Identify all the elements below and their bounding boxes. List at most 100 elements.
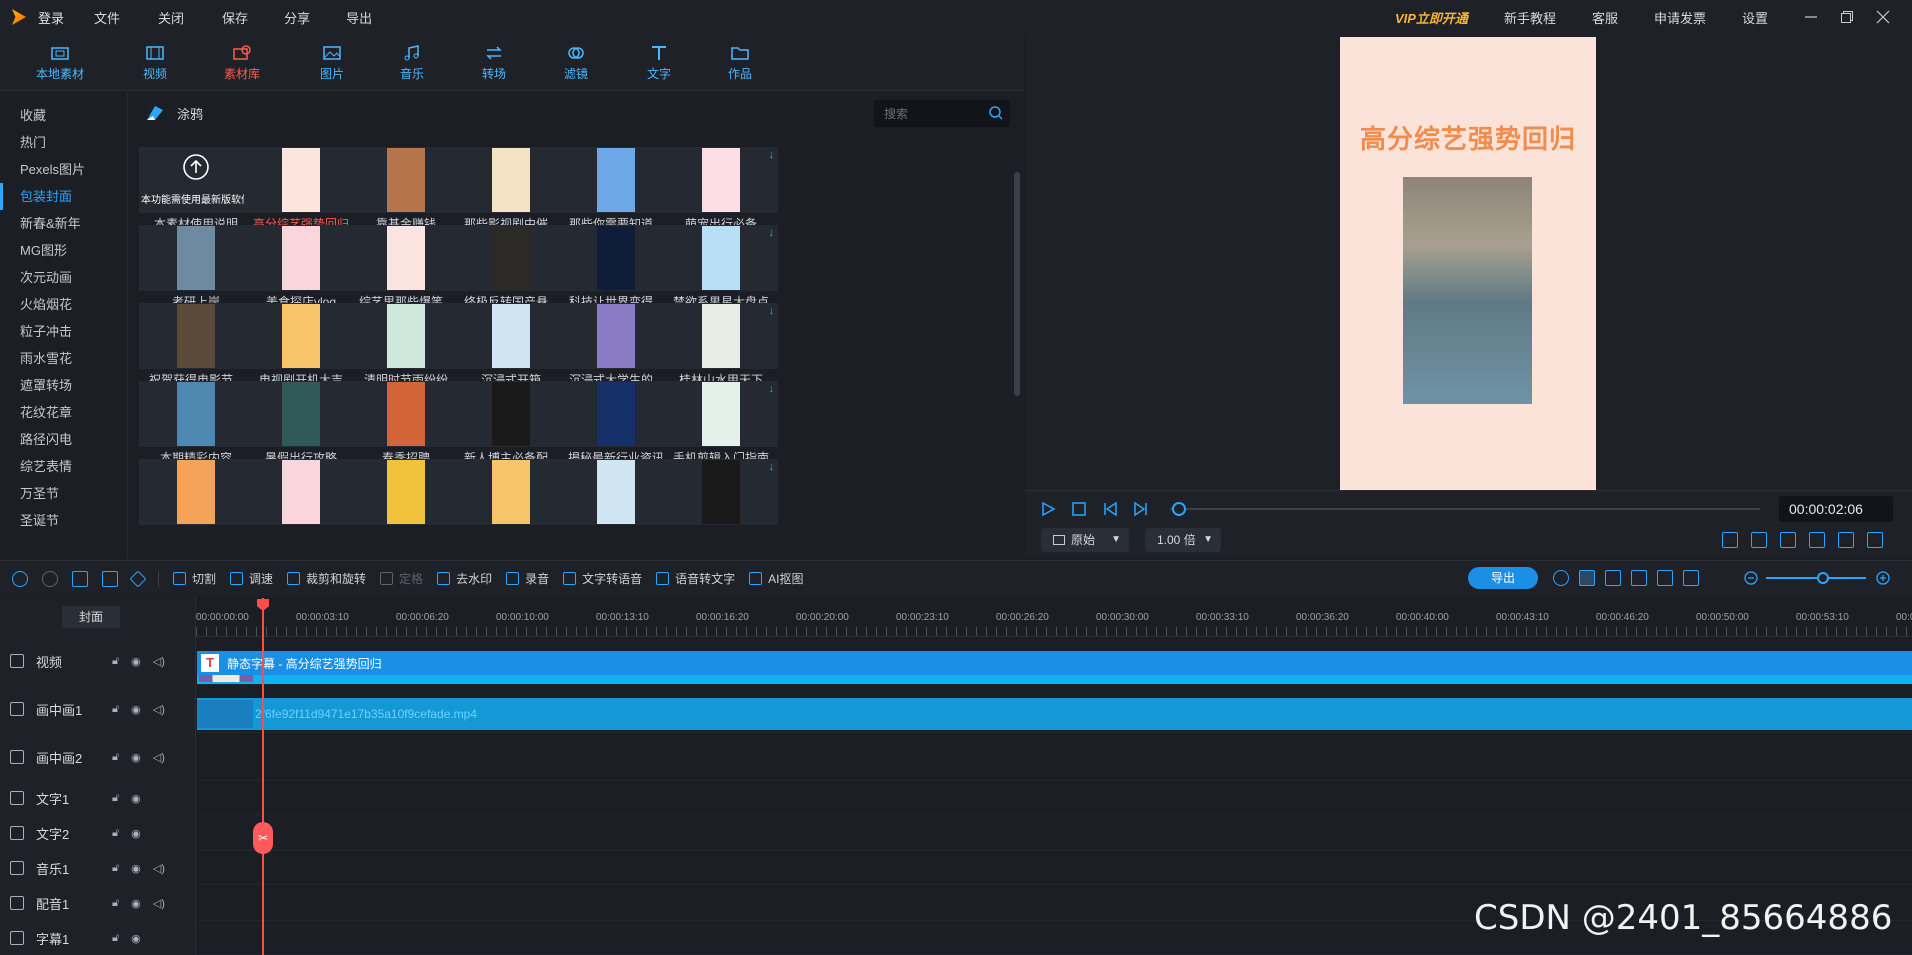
sidebar-item[interactable]: 路径闪电 bbox=[0, 426, 127, 453]
timeline-clip[interactable]: T 静态字幕 - 高分综艺强势回归 bbox=[197, 651, 1912, 675]
tab-filter[interactable]: 滤镜 bbox=[534, 34, 618, 91]
tool-button[interactable]: 切割 bbox=[173, 570, 216, 587]
download-icon[interactable]: ↓ bbox=[769, 149, 775, 161]
lock-icon[interactable]: 🔓︎ bbox=[112, 827, 119, 840]
zoom-out-icon[interactable] bbox=[1743, 570, 1759, 586]
minimize-icon[interactable] bbox=[1804, 10, 1818, 24]
playhead-line[interactable] bbox=[262, 598, 264, 955]
track-row[interactable]: 2f6fe92f11d9471e17b35a10f9cefade.mp4 bbox=[196, 685, 1912, 733]
sidebar-item[interactable]: 雨水雪花 bbox=[0, 345, 127, 372]
tutorial-link[interactable]: 新手教程 bbox=[1504, 8, 1556, 27]
layout-icon[interactable] bbox=[1722, 532, 1738, 548]
cover-button[interactable]: 封面 bbox=[62, 606, 120, 628]
keyframe-icon[interactable] bbox=[129, 570, 147, 587]
tool-button[interactable]: 去水印 bbox=[437, 570, 492, 587]
tab-material-library[interactable]: 素材库 bbox=[190, 34, 294, 91]
track-row[interactable] bbox=[196, 851, 1912, 885]
time-ruler[interactable]: 00:00:00:00 00:00:03:10 00:00:06:20 00:00:1… bbox=[196, 597, 1912, 637]
sidebar-item[interactable]: 新春&新年 bbox=[0, 210, 127, 237]
tab-music[interactable]: 音乐 bbox=[370, 34, 454, 91]
sidebar-item[interactable]: 热门 bbox=[0, 129, 127, 156]
export-button[interactable]: 导出 bbox=[1468, 567, 1538, 589]
lock-icon[interactable]: 🔓︎ bbox=[112, 703, 119, 716]
tab-image[interactable]: 图片 bbox=[294, 34, 370, 91]
playback-progress-bar[interactable] bbox=[1170, 508, 1760, 510]
track-header[interactable]: 音乐1 🔓︎ ◉ ◁) bbox=[0, 851, 196, 885]
undo-icon[interactable] bbox=[12, 570, 28, 587]
sidebar-item[interactable]: 万圣节 bbox=[0, 480, 127, 507]
track-row[interactable] bbox=[196, 733, 1912, 781]
tool-button[interactable]: 裁剪和旋转 bbox=[287, 570, 366, 587]
tool-button[interactable]: 定格 bbox=[380, 570, 423, 587]
snapshot-icon[interactable] bbox=[1809, 532, 1825, 548]
eye-icon[interactable]: ◉ bbox=[131, 862, 141, 875]
download-icon[interactable]: ↓ bbox=[769, 461, 775, 473]
lock-icon[interactable]: 🔓︎ bbox=[112, 751, 119, 764]
redo-icon[interactable] bbox=[42, 570, 58, 587]
tool-button[interactable]: 文字转语音 bbox=[563, 570, 642, 587]
sidebar-item[interactable]: 遮罩转场 bbox=[0, 372, 127, 399]
menu-close[interactable]: 关闭 bbox=[158, 8, 184, 27]
scissors-icon[interactable]: ✂ bbox=[253, 822, 273, 854]
download-icon[interactable]: ↓ bbox=[769, 305, 775, 317]
material-tile[interactable]: ↓ bbox=[349, 459, 463, 537]
sidebar-item[interactable]: 花纹花章 bbox=[0, 399, 127, 426]
lock-icon[interactable]: 🔓︎ bbox=[112, 862, 119, 875]
eye-icon[interactable]: ◉ bbox=[131, 932, 141, 945]
timeline-clip[interactable]: 2f6fe92f11d9471e17b35a10f9cefade.mp4 bbox=[197, 698, 1912, 730]
zoom-slider[interactable] bbox=[1766, 577, 1866, 579]
tool-button[interactable]: AI抠图 bbox=[749, 570, 803, 587]
track-header[interactable]: 配音1 🔓︎ ◉ ◁) bbox=[0, 885, 196, 921]
eye-icon[interactable]: ◉ bbox=[131, 751, 141, 764]
menu-file[interactable]: 文件 bbox=[94, 8, 120, 27]
eye-icon[interactable]: ◉ bbox=[131, 655, 141, 668]
search-icon[interactable] bbox=[988, 105, 1004, 121]
tab-text[interactable]: 文字 bbox=[618, 34, 700, 91]
login-link[interactable]: 登录 bbox=[38, 8, 64, 27]
crop-icon[interactable] bbox=[1631, 570, 1647, 586]
sidebar-item[interactable]: 圣诞节 bbox=[0, 507, 127, 534]
next-frame-icon[interactable] bbox=[1133, 501, 1149, 517]
delete-icon[interactable] bbox=[72, 570, 88, 587]
pip-video-frame[interactable] bbox=[1403, 177, 1532, 404]
volume-icon[interactable] bbox=[1838, 532, 1854, 548]
play-icon[interactable] bbox=[1040, 501, 1056, 517]
zoom-slider-knob[interactable] bbox=[1817, 572, 1829, 584]
grid-scrollbar[interactable] bbox=[1014, 172, 1020, 396]
download-icon[interactable]: ↓ bbox=[769, 383, 775, 395]
tab-transition[interactable]: 转场 bbox=[454, 34, 534, 91]
palette-icon[interactable] bbox=[1553, 570, 1569, 586]
eye-icon[interactable]: ◉ bbox=[131, 703, 141, 716]
vip-link[interactable]: VIP立即开通 bbox=[1395, 8, 1468, 27]
sidebar-item[interactable]: 粒子冲击 bbox=[0, 318, 127, 345]
fit-width-icon[interactable] bbox=[1683, 570, 1699, 586]
fullscreen-icon[interactable] bbox=[1867, 532, 1883, 548]
material-tile[interactable]: ↓ bbox=[454, 459, 568, 537]
menu-share[interactable]: 分享 bbox=[284, 8, 310, 27]
track-header[interactable]: 文字2 🔓︎ ◉ bbox=[0, 815, 196, 851]
track-header[interactable]: 画中画1 🔓︎ ◉ ◁) bbox=[0, 685, 196, 733]
aspect-dropdown[interactable]: 原始 ▼ bbox=[1041, 528, 1129, 552]
split-icon[interactable] bbox=[1579, 570, 1595, 586]
sidebar-item[interactable]: Pexels图片 bbox=[0, 156, 127, 183]
sidebar-item[interactable]: 收藏 bbox=[0, 102, 127, 129]
playback-progress-knob[interactable] bbox=[1171, 502, 1186, 516]
support-link[interactable]: 客服 bbox=[1592, 8, 1618, 27]
speaker-icon[interactable]: ◁) bbox=[153, 655, 165, 668]
tab-works[interactable]: 作品 bbox=[700, 34, 780, 91]
tab-local-media[interactable]: 本地素材 bbox=[0, 34, 120, 91]
fit-icon[interactable] bbox=[1751, 532, 1767, 548]
sidebar-item[interactable]: 火焰烟花 bbox=[0, 291, 127, 318]
material-tile[interactable]: ↓ bbox=[559, 459, 673, 537]
lock-icon[interactable]: 🔓︎ bbox=[112, 792, 119, 805]
eye-icon[interactable]: ◉ bbox=[131, 897, 141, 910]
shield-icon[interactable] bbox=[1657, 570, 1673, 586]
track-row[interactable]: T 静态字幕 - 高分综艺强势回归 bbox=[196, 651, 1912, 815]
preview-canvas[interactable]: 高分综艺强势回归 bbox=[1340, 37, 1596, 490]
track-header[interactable]: 字幕1 🔓︎ ◉ bbox=[0, 921, 196, 955]
sidebar-item[interactable]: 包装封面 bbox=[0, 183, 127, 210]
download-icon[interactable]: ↓ bbox=[769, 227, 775, 239]
speaker-icon[interactable]: ◁) bbox=[153, 703, 165, 716]
search-input[interactable]: 搜索 bbox=[874, 100, 1010, 127]
timecode-display[interactable]: 00:00:02:06 bbox=[1779, 496, 1893, 522]
